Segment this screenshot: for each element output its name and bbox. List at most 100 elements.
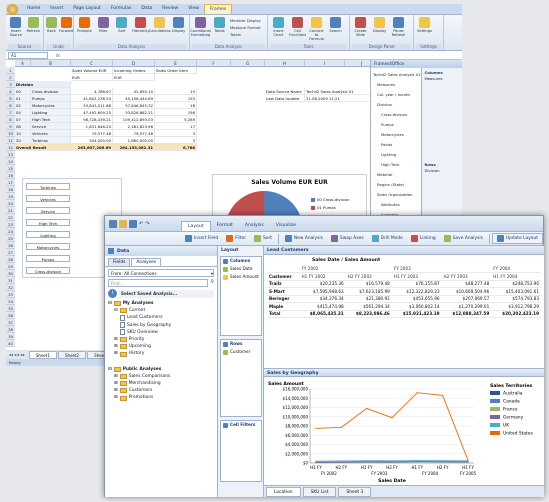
toolbar-button-swap-axes[interactable]: Swap Axes: [327, 233, 368, 244]
cell[interactable]: Division: [15, 81, 71, 88]
bottom-sheet-tab[interactable]: Location: [266, 486, 301, 497]
cell[interactable]: 1,831,648.24: [71, 123, 113, 130]
row-header[interactable]: 23: [6, 221, 15, 228]
pivot-cell[interactable]: $34,376.34: [299, 295, 346, 303]
pane-tree-item[interactable]: Pumps: [373, 120, 419, 130]
cell[interactable]: EUR: [71, 74, 113, 81]
row-header[interactable]: 37: [6, 319, 15, 326]
cell[interactable]: 198: [155, 109, 197, 116]
pivot-cell[interactable]: $3,060,802.14: [391, 302, 442, 311]
cell[interactable]: Sales Volume EUR: [71, 67, 113, 74]
pivot-cell[interactable]: $248,753.90: [491, 280, 541, 288]
cell[interactable]: Sales Order Item: [155, 67, 197, 74]
ribbon-button[interactable]: Search: [327, 17, 344, 33]
row-header[interactable]: 20: [6, 200, 15, 207]
cell[interactable]: 2,181,823.96: [113, 123, 155, 130]
cell[interactable]: 08: [15, 123, 31, 130]
cell[interactable]: 79,577.48: [113, 130, 155, 137]
cell[interactable]: Lighting: [31, 109, 71, 116]
pivot-row[interactable]: Trailz $20,235.36 $16,579.48 $76,155.87 $48,…: [267, 280, 541, 288]
toolbar-button-linking[interactable]: Linking: [407, 233, 440, 244]
pivot-year-header[interactable]: FY 2002: [299, 265, 392, 273]
row-header[interactable]: 40: [6, 340, 15, 347]
cell[interactable]: 53,826,882.21: [113, 109, 155, 116]
ribbon-tab[interactable]: View: [183, 4, 204, 14]
ribbon-small-button[interactable]: Measure Format: [230, 24, 261, 31]
columns-dropzone[interactable]: Columns Sales Date Sales Amount: [220, 256, 262, 336]
cell[interactable]: 155: [155, 95, 197, 102]
pivot-cell[interactable]: $415,474.98: [299, 302, 346, 311]
ribbon-button[interactable]: Insert Source: [8, 17, 24, 37]
pane-tree-item[interactable]: High Tech: [373, 160, 419, 170]
binoculars-icon[interactable]: ⚲: [210, 279, 214, 287]
toolbar-button-drill-mode[interactable]: Drill Mode: [368, 233, 407, 244]
row-header[interactable]: 1: [6, 67, 15, 74]
row-field[interactable]: Customer: [221, 348, 261, 356]
row-header[interactable]: 21: [6, 207, 15, 214]
public-analyses-header[interactable]: ⊟ Public Analyses: [108, 366, 214, 373]
row-header[interactable]: 18: [6, 186, 15, 193]
pivot-cell[interactable]: $3,912,798.29: [491, 302, 541, 311]
row-header[interactable]: 5: [6, 95, 15, 102]
ribbon-tab[interactable]: Insert: [45, 4, 68, 14]
column-header[interactable]: G: [231, 60, 265, 67]
pane-rows-item[interactable]: Division: [424, 168, 460, 174]
analysis-tab[interactable]: Visualize: [270, 221, 302, 231]
ribbon-button[interactable]: Display: [170, 17, 187, 33]
ribbon-tab[interactable]: Frames: [203, 4, 233, 14]
analysis-tab[interactable]: Layout: [181, 221, 211, 231]
analysis-tab[interactable]: Format: [211, 221, 239, 231]
public-tree-item[interactable]: ⊞ Customers: [108, 387, 214, 394]
cell[interactable]: 284,155,082.31: [113, 144, 155, 151]
sheet-tab[interactable]: Sheet1: [28, 350, 57, 359]
pivot-cell[interactable]: $15,921,423.19: [391, 310, 442, 318]
pivot-half-header[interactable]: H2 FY 2003: [441, 272, 492, 281]
pane-tree-item[interactable]: Division: [373, 100, 419, 110]
pivot-cell[interactable]: $48,277.48: [441, 280, 492, 288]
ribbon-tab[interactable]: Page Layout: [68, 4, 106, 14]
pane-tree-item[interactable]: Measures: [373, 80, 419, 90]
pivot-row-header[interactable]: Beringer: [267, 295, 300, 303]
pivot-cell[interactable]: $8,065,435.31: [299, 310, 346, 318]
connection-select[interactable]: From: All Connections ▾: [108, 269, 214, 277]
pivot-row[interactable]: Beringer $34,376.34 $21,380.91 $453,655.96 $…: [267, 295, 541, 303]
column-header[interactable]: F: [197, 60, 231, 67]
ribbon-button[interactable]: Create Slide: [352, 17, 369, 37]
pivot-cell[interactable]: $21,380.91: [345, 295, 392, 303]
pivot-cell[interactable]: $7,623,185.99: [345, 287, 392, 296]
cell[interactable]: Service: [31, 123, 71, 130]
ribbon-button[interactable]: Display: [371, 17, 388, 33]
row-header[interactable]: 30: [6, 270, 15, 277]
analysis-tree-item[interactable]: ⊞ Priority: [108, 336, 214, 343]
toolbar-button-save-analysis[interactable]: Save Analysis: [440, 233, 487, 244]
ribbon-small-button[interactable]: Totals: [230, 31, 261, 38]
toolbar-button-insert-field[interactable]: Insert Field: [181, 233, 222, 244]
pivot-row[interactable]: Maple $415,474.98 $561,294.34 $3,060,802.14…: [267, 302, 541, 311]
cell[interactable]: 17: [155, 123, 197, 130]
ribbon-button[interactable]: Prompts: [76, 17, 93, 33]
cell[interactable]: 5,289: [155, 116, 197, 123]
row-header[interactable]: 39: [6, 333, 15, 340]
cell[interactable]: Data Source Name: [265, 88, 305, 95]
row-header[interactable]: 35: [6, 305, 15, 312]
cell[interactable]: Techd2 Sales Analysis 01: [305, 88, 370, 95]
cell[interactable]: Turbines: [31, 137, 71, 144]
select-saved-analysis[interactable]: Select Saved Analysis...: [119, 289, 214, 298]
pivot-half-header[interactable]: H2 FY 2002: [345, 272, 392, 281]
sheet-tab[interactable]: Sheet2: [57, 350, 87, 359]
undo-icon[interactable]: ↶: [139, 221, 143, 227]
ribbon-tab[interactable]: Review: [157, 4, 183, 14]
ribbon-button[interactable]: Conditional Formatting: [190, 17, 211, 37]
pane-tree-item[interactable]: Material: [373, 170, 419, 180]
cell[interactable]: 01: [15, 95, 31, 102]
column-field[interactable]: Sales Date: [221, 265, 261, 273]
name-box[interactable]: A1: [8, 51, 48, 59]
bottom-sheet-tab[interactable]: SKU List: [302, 486, 337, 497]
cell[interactable]: 21.08.2009 11:21: [305, 95, 370, 102]
pane-tree-item[interactable]: Motorcycles: [373, 130, 419, 140]
row-header[interactable]: 3: [6, 81, 15, 88]
pivot-table[interactable]: Sales Date / Sales Amount FY 2002 FY 2003…: [264, 255, 544, 368]
ribbon-button[interactable]: Cell Functions: [289, 17, 306, 37]
public-tree-item[interactable]: ⊞ Merchandising: [108, 380, 214, 387]
row-header[interactable]: 27: [6, 249, 15, 256]
